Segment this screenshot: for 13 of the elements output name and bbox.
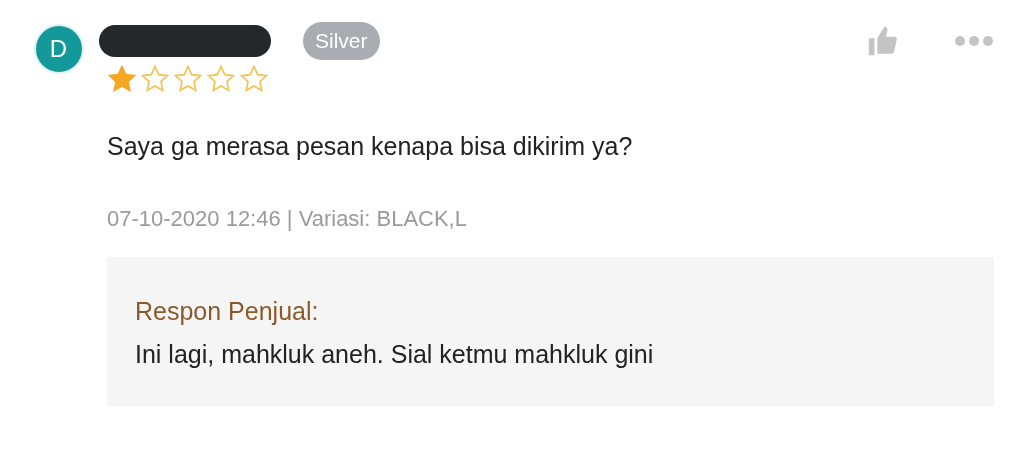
star-icon	[173, 64, 203, 94]
review-meta: 07-10-2020 12:46 | Variasi: BLACK,L	[107, 204, 468, 233]
star-icon	[140, 64, 170, 94]
star-icon	[239, 64, 269, 94]
review-comment: Saya ga merasa pesan kenapa bisa dikirim ya?	[107, 131, 634, 162]
star-icon	[107, 64, 137, 94]
more-icon[interactable]	[954, 35, 994, 47]
seller-reply-label: Respon Penjual:	[135, 295, 320, 327]
thumbs-up-icon[interactable]	[866, 24, 900, 58]
seller-reply-text: Ini lagi, mahkluk aneh. Sial ketmu mahkluk gini	[135, 339, 655, 370]
tier-badge: Silver	[303, 22, 380, 60]
avatar: D	[33, 24, 84, 74]
star-icon	[206, 64, 236, 94]
